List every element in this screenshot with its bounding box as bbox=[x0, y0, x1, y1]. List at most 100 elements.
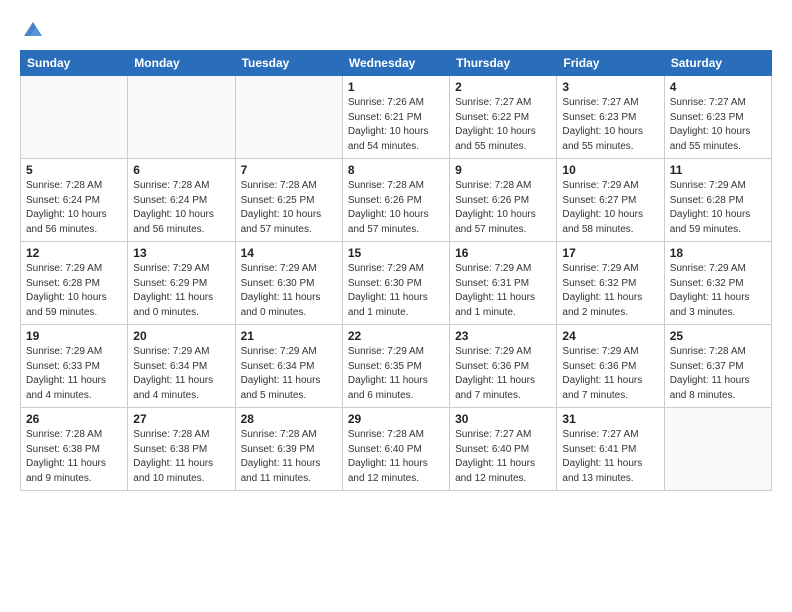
day-info: Sunrise: 7:28 AMSunset: 6:25 PMDaylight:… bbox=[241, 179, 337, 237]
day-info: Sunrise: 7:29 AMSunset: 6:35 PMDaylight:… bbox=[348, 345, 444, 403]
day-cell: 6Sunrise: 7:28 AMSunset: 6:24 PMDaylight… bbox=[128, 159, 235, 242]
day-info: Sunrise: 7:27 AMSunset: 6:41 PMDaylight:… bbox=[562, 428, 658, 486]
day-info: Sunrise: 7:27 AMSunset: 6:23 PMDaylight:… bbox=[562, 96, 658, 154]
day-cell: 28 Sunrise: 7:28 AMSunset: 6:39 PMDayligh… bbox=[235, 408, 342, 491]
day-info: Sunrise: 7:28 AMSunset: 6:26 PMDaylight:… bbox=[455, 179, 551, 237]
day-cell: 14Sunrise: 7:29 AMSunset: 6:30 PMDayligh… bbox=[235, 242, 342, 325]
day-cell: 3 Sunrise: 7:27 AMSunset: 6:23 PMDaylight… bbox=[557, 76, 664, 159]
day-number: 11 bbox=[670, 163, 766, 177]
day-info: Sunrise: 7:28 AMSunset: 6:24 PMDaylight:… bbox=[26, 179, 122, 237]
day-cell: 22 Sunrise: 7:29 AMSunset: 6:35 PMDayligh… bbox=[342, 325, 449, 408]
day-number: 31 bbox=[562, 412, 658, 426]
day-number: 28 bbox=[241, 412, 337, 426]
day-info: Sunrise: 7:29 AMSunset: 6:28 PMDaylight:… bbox=[670, 179, 766, 237]
day-number: 18 bbox=[670, 246, 766, 260]
day-number: 24 bbox=[562, 329, 658, 343]
calendar-header-row: SundayMondayTuesdayWednesdayThursdayFrid… bbox=[21, 51, 772, 76]
day-cell: 7 Sunrise: 7:28 AMSunset: 6:25 PMDaylight… bbox=[235, 159, 342, 242]
day-cell: 20Sunrise: 7:29 AMSunset: 6:34 PMDayligh… bbox=[128, 325, 235, 408]
day-number: 30 bbox=[455, 412, 551, 426]
day-cell: 17 Sunrise: 7:29 AMSunset: 6:32 PMDayligh… bbox=[557, 242, 664, 325]
day-cell: 19 Sunrise: 7:29 AMSunset: 6:33 PMDayligh… bbox=[21, 325, 128, 408]
day-info: Sunrise: 7:27 AMSunset: 6:23 PMDaylight:… bbox=[670, 96, 766, 154]
day-info: Sunrise: 7:28 AMSunset: 6:40 PMDaylight:… bbox=[348, 428, 444, 486]
day-number: 26 bbox=[26, 412, 122, 426]
day-cell: 10 Sunrise: 7:29 AMSunset: 6:27 PMDayligh… bbox=[557, 159, 664, 242]
day-number: 17 bbox=[562, 246, 658, 260]
col-header-monday: Monday bbox=[128, 51, 235, 76]
day-number: 8 bbox=[348, 163, 444, 177]
day-info: Sunrise: 7:28 AMSunset: 6:26 PMDaylight:… bbox=[348, 179, 444, 237]
day-number: 7 bbox=[241, 163, 337, 177]
day-number: 1 bbox=[348, 80, 444, 94]
day-number: 13 bbox=[133, 246, 229, 260]
day-cell: 21 Sunrise: 7:29 AMSunset: 6:34 PMDayligh… bbox=[235, 325, 342, 408]
day-cell: 9 Sunrise: 7:28 AMSunset: 6:26 PMDaylight… bbox=[450, 159, 557, 242]
day-info: Sunrise: 7:27 AMSunset: 6:40 PMDaylight:… bbox=[455, 428, 551, 486]
day-cell: 11 Sunrise: 7:29 AMSunset: 6:28 PMDayligh… bbox=[664, 159, 771, 242]
day-info: Sunrise: 7:29 AMSunset: 6:34 PMDaylight:… bbox=[241, 345, 337, 403]
calendar-table: SundayMondayTuesdayWednesdayThursdayFrid… bbox=[20, 50, 772, 491]
day-cell: 16Sunrise: 7:29 AMSunset: 6:31 PMDayligh… bbox=[450, 242, 557, 325]
day-number: 4 bbox=[670, 80, 766, 94]
week-row-4: 19 Sunrise: 7:29 AMSunset: 6:33 PMDayligh… bbox=[21, 325, 772, 408]
day-number: 6 bbox=[133, 163, 229, 177]
day-cell: 5 Sunrise: 7:28 AMSunset: 6:24 PMDaylight… bbox=[21, 159, 128, 242]
day-cell: 13 Sunrise: 7:29 AMSunset: 6:29 PMDayligh… bbox=[128, 242, 235, 325]
day-number: 2 bbox=[455, 80, 551, 94]
day-info: Sunrise: 7:26 AMSunset: 6:21 PMDaylight:… bbox=[348, 96, 444, 154]
week-row-3: 12Sunrise: 7:29 AMSunset: 6:28 PMDayligh… bbox=[21, 242, 772, 325]
day-number: 21 bbox=[241, 329, 337, 343]
day-info: Sunrise: 7:29 AMSunset: 6:27 PMDaylight:… bbox=[562, 179, 658, 237]
day-cell: 31 Sunrise: 7:27 AMSunset: 6:41 PMDayligh… bbox=[557, 408, 664, 491]
day-cell bbox=[21, 76, 128, 159]
day-cell: 26 Sunrise: 7:28 AMSunset: 6:38 PMDayligh… bbox=[21, 408, 128, 491]
day-number: 29 bbox=[348, 412, 444, 426]
day-number: 16 bbox=[455, 246, 551, 260]
day-number: 15 bbox=[348, 246, 444, 260]
day-info: Sunrise: 7:29 AMSunset: 6:29 PMDaylight:… bbox=[133, 262, 229, 320]
day-cell: 30 Sunrise: 7:27 AMSunset: 6:40 PMDayligh… bbox=[450, 408, 557, 491]
day-cell: 12Sunrise: 7:29 AMSunset: 6:28 PMDayligh… bbox=[21, 242, 128, 325]
day-info: Sunrise: 7:28 AMSunset: 6:39 PMDaylight:… bbox=[241, 428, 337, 486]
day-cell: 4 Sunrise: 7:27 AMSunset: 6:23 PMDaylight… bbox=[664, 76, 771, 159]
day-number: 22 bbox=[348, 329, 444, 343]
day-cell: 1 Sunrise: 7:26 AMSunset: 6:21 PMDaylight… bbox=[342, 76, 449, 159]
day-number: 3 bbox=[562, 80, 658, 94]
day-info: Sunrise: 7:28 AMSunset: 6:38 PMDaylight:… bbox=[133, 428, 229, 486]
day-cell: 18Sunrise: 7:29 AMSunset: 6:32 PMDayligh… bbox=[664, 242, 771, 325]
day-info: Sunrise: 7:29 AMSunset: 6:33 PMDaylight:… bbox=[26, 345, 122, 403]
day-info: Sunrise: 7:29 AMSunset: 6:36 PMDaylight:… bbox=[455, 345, 551, 403]
day-number: 5 bbox=[26, 163, 122, 177]
header bbox=[20, 18, 772, 40]
day-info: Sunrise: 7:29 AMSunset: 6:34 PMDaylight:… bbox=[133, 345, 229, 403]
col-header-tuesday: Tuesday bbox=[235, 51, 342, 76]
day-cell: 25Sunrise: 7:28 AMSunset: 6:37 PMDayligh… bbox=[664, 325, 771, 408]
day-cell: 23 Sunrise: 7:29 AMSunset: 6:36 PMDayligh… bbox=[450, 325, 557, 408]
day-number: 19 bbox=[26, 329, 122, 343]
col-header-saturday: Saturday bbox=[664, 51, 771, 76]
day-cell: 15 Sunrise: 7:29 AMSunset: 6:30 PMDayligh… bbox=[342, 242, 449, 325]
week-row-1: 1 Sunrise: 7:26 AMSunset: 6:21 PMDaylight… bbox=[21, 76, 772, 159]
day-info: Sunrise: 7:27 AMSunset: 6:22 PMDaylight:… bbox=[455, 96, 551, 154]
day-info: Sunrise: 7:29 AMSunset: 6:36 PMDaylight:… bbox=[562, 345, 658, 403]
col-header-thursday: Thursday bbox=[450, 51, 557, 76]
logo-icon bbox=[22, 18, 44, 40]
day-cell: 24 Sunrise: 7:29 AMSunset: 6:36 PMDayligh… bbox=[557, 325, 664, 408]
day-cell bbox=[664, 408, 771, 491]
day-cell: 8 Sunrise: 7:28 AMSunset: 6:26 PMDaylight… bbox=[342, 159, 449, 242]
day-number: 23 bbox=[455, 329, 551, 343]
day-info: Sunrise: 7:29 AMSunset: 6:30 PMDaylight:… bbox=[348, 262, 444, 320]
day-info: Sunrise: 7:29 AMSunset: 6:30 PMDaylight:… bbox=[241, 262, 337, 320]
day-number: 27 bbox=[133, 412, 229, 426]
day-cell: 27 Sunrise: 7:28 AMSunset: 6:38 PMDayligh… bbox=[128, 408, 235, 491]
day-info: Sunrise: 7:28 AMSunset: 6:38 PMDaylight:… bbox=[26, 428, 122, 486]
day-cell: 2 Sunrise: 7:27 AMSunset: 6:22 PMDaylight… bbox=[450, 76, 557, 159]
day-number: 9 bbox=[455, 163, 551, 177]
day-info: Sunrise: 7:29 AMSunset: 6:32 PMDaylight:… bbox=[562, 262, 658, 320]
day-number: 10 bbox=[562, 163, 658, 177]
col-header-friday: Friday bbox=[557, 51, 664, 76]
week-row-5: 26 Sunrise: 7:28 AMSunset: 6:38 PMDayligh… bbox=[21, 408, 772, 491]
day-number: 12 bbox=[26, 246, 122, 260]
day-cell bbox=[235, 76, 342, 159]
